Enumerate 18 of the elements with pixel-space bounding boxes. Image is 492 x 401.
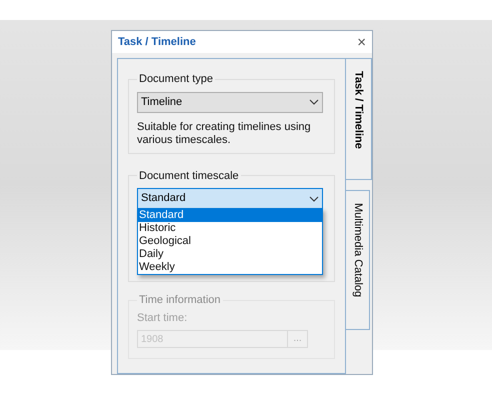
- dropdown-option[interactable]: Historic: [138, 222, 322, 235]
- group-label: Document timescale: [138, 168, 240, 184]
- dropdown-option[interactable]: Standard: [138, 209, 322, 222]
- group-label: Time information: [138, 293, 222, 308]
- close-button[interactable]: ×: [357, 34, 366, 50]
- vertical-tab[interactable]: Multimedia Catalog: [346, 190, 370, 330]
- dropdown[interactable]: Timeline: [137, 92, 323, 112]
- field-label: Start time:: [137, 310, 188, 326]
- dropdown[interactable]: Standard: [137, 188, 323, 209]
- dropdown-option[interactable]: Daily: [138, 248, 322, 261]
- chevron-down-icon: [309, 196, 319, 202]
- group-label: Document type: [138, 72, 214, 87]
- description-text: Suitable for creating timelines using various timescales.: [137, 120, 312, 146]
- dropdown-option[interactable]: Weekly: [138, 261, 322, 274]
- window-title: Task / Timeline: [118, 34, 196, 50]
- vertical-tab[interactable]: Task / Timeline: [345, 58, 372, 180]
- chevron-down-icon: [309, 99, 319, 105]
- dropdown-option[interactable]: Geological: [138, 235, 322, 248]
